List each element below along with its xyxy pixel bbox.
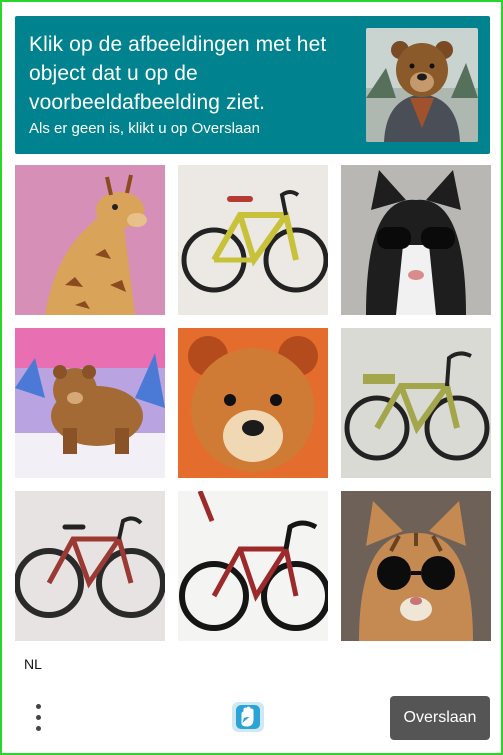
vertical-dots-icon[interactable] bbox=[28, 699, 48, 735]
grid-tile-cat-with-sunglasses[interactable] bbox=[341, 491, 491, 641]
hand-logo-icon bbox=[232, 700, 264, 734]
grid-tile-bear[interactable] bbox=[15, 328, 165, 478]
prompt-title: Klik op de afbeeldingen met het object d… bbox=[29, 33, 327, 114]
grid-tile-bicycle[interactable] bbox=[178, 491, 328, 641]
grid-tile-cat-with-sunglasses[interactable] bbox=[341, 165, 491, 315]
prompt-header: Klik op de afbeeldingen met het object d… bbox=[15, 16, 490, 154]
language-label[interactable]: NL bbox=[24, 656, 42, 672]
prompt-subtitle: Als er geen is, klikt u op Overslaan bbox=[29, 120, 260, 137]
prompt-text: Klik op de afbeeldingen met het object d… bbox=[29, 30, 359, 139]
grid-tile-bicycle[interactable] bbox=[341, 328, 491, 478]
grid-tile-bear-face[interactable] bbox=[178, 328, 328, 478]
grid-tile-bicycle[interactable] bbox=[15, 491, 165, 641]
captcha-frame: Klik op de afbeeldingen met het object d… bbox=[0, 0, 503, 755]
example-image bbox=[366, 28, 478, 142]
skip-button[interactable]: Overslaan bbox=[390, 696, 490, 740]
grid-tile-giraffe[interactable] bbox=[15, 165, 165, 315]
grid-tile-bicycle[interactable] bbox=[178, 165, 328, 315]
